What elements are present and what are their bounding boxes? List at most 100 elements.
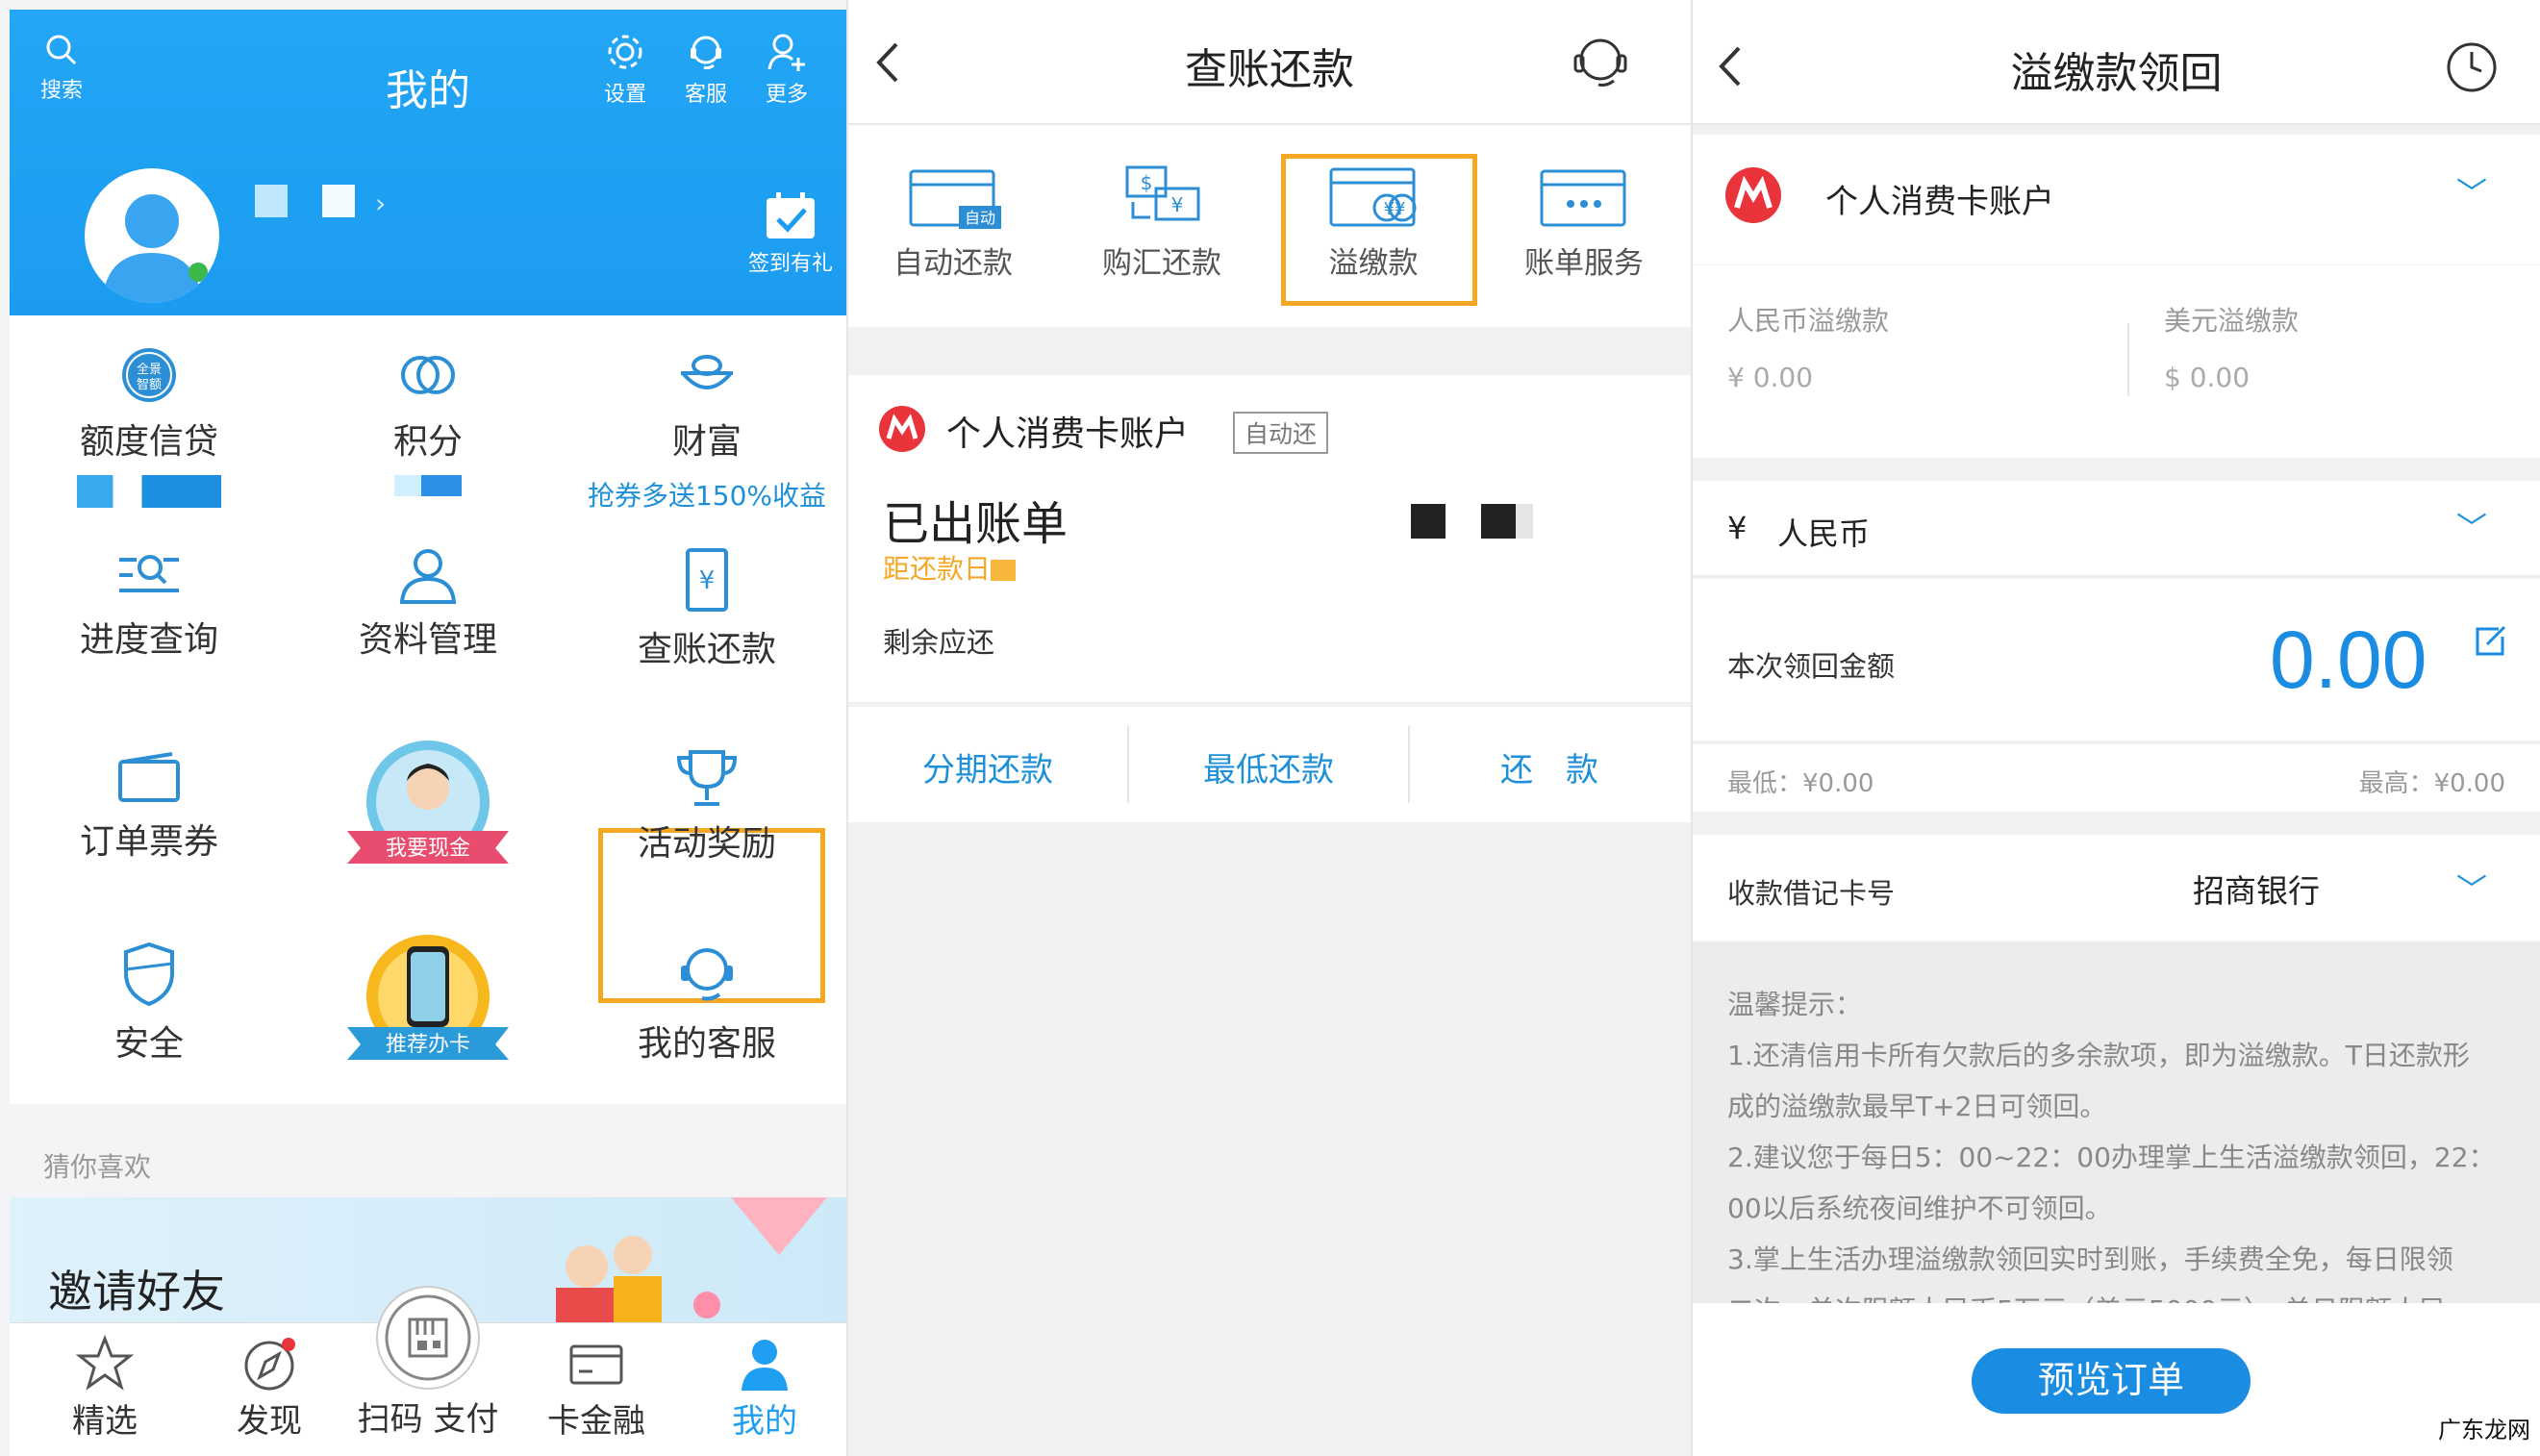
wealth-promo: 抢券多送150%收益	[587, 480, 827, 512]
grid-label: 进度查询	[79, 620, 218, 660]
username-mask	[255, 185, 288, 217]
grid-label: 活动奖励	[637, 824, 776, 864]
repay-actions: 分期还款 最低还款 还 款	[848, 707, 1691, 822]
clock-icon[interactable]	[2445, 40, 2499, 94]
usd-over-label: 美元溢缴款	[2164, 305, 2300, 337]
qr-scan-icon	[376, 1286, 480, 1390]
auto-badge: 自动	[965, 209, 995, 227]
card-label: 收款借记卡号	[1727, 877, 1896, 910]
rmb-over-label: 人民币溢缴款	[1727, 305, 1890, 337]
page-title: 溢缴款领回	[2010, 49, 2223, 98]
bill-card[interactable]: 个人消费卡账户 自动还 已出账单 距还款日 剩余应还	[848, 375, 1691, 702]
amount-mask	[1481, 504, 1516, 539]
tab-scan-pay[interactable]: 扫码 支付	[346, 1285, 510, 1440]
account-selector[interactable]: 个人消费卡账户 ﹀	[1693, 135, 2540, 264]
grid-item-recommend-card[interactable]: 推荐办卡	[289, 933, 567, 1075]
amount-input[interactable]: 0.00	[2270, 614, 2427, 707]
auto-repay-card-icon: 自动	[909, 169, 1001, 229]
checkin-label: 签到有礼	[747, 252, 833, 276]
headset-icon[interactable]	[1570, 31, 1631, 92]
chevron-down-icon[interactable]: ﹀	[2456, 866, 2487, 910]
minimum-repay-button[interactable]: 最低还款	[1129, 743, 1408, 791]
recommend-card-icon: 推荐办卡	[347, 935, 509, 1060]
settings-button[interactable]: 设置	[587, 31, 664, 108]
bill-service-icon	[1540, 169, 1626, 227]
chevron-down-icon[interactable]: ﹀	[2456, 169, 2487, 213]
highlight-box	[1281, 154, 1477, 306]
repay-button[interactable]: 还 款	[1410, 743, 1689, 791]
chevron-right-icon[interactable]: ›	[375, 188, 386, 219]
divider	[2127, 323, 2129, 396]
edit-icon[interactable]	[2472, 623, 2508, 660]
currency-symbol: ¥	[1727, 510, 1748, 546]
recommend-card-label: 推荐办卡	[386, 1033, 470, 1057]
checkin-button[interactable]: 签到有礼	[741, 190, 841, 277]
feature-grid: 全景 智额 额度信贷 积分 财富 抢券多送150%收益 进度查询 资料管理 ¥ 查…	[10, 315, 846, 1104]
svg-text:智额: 智额	[137, 378, 162, 392]
grid-label: 财富	[671, 422, 742, 462]
bottom-tab-bar: 精选 发现 扫码 支付 卡金融 我的	[10, 1286, 846, 1456]
quota-credit-icon: 全景智额	[122, 348, 176, 402]
currency-selector[interactable]: ¥ 人民币 ﹀	[1693, 481, 2540, 577]
tab-discover[interactable]: 发现	[188, 1335, 351, 1442]
tab-label: 发现	[237, 1402, 302, 1441]
user-icon	[742, 1340, 788, 1391]
service-fx-repay[interactable]: $ ¥ 购汇还款	[1066, 163, 1258, 282]
grid-item-ticket[interactable]: 订单票券	[10, 748, 289, 864]
amount-mask	[1411, 504, 1446, 539]
amount-mask	[394, 475, 462, 496]
profile-icon	[399, 549, 457, 604]
account-name: 个人消费卡账户	[1825, 183, 2054, 221]
overpayment-return-panel: 溢缴款领回 个人消费卡账户 ﹀ 人民币溢缴款 ¥ 0.00 美元溢缴款 $ 0.…	[1693, 0, 2540, 1456]
chevron-down-icon[interactable]: ﹀	[2456, 504, 2487, 548]
grid-item-wealth[interactable]: 财富 抢券多送150%收益	[567, 344, 846, 514]
nav-bar: 查账还款	[848, 0, 1691, 125]
grid-item-profile[interactable]: 资料管理	[289, 546, 567, 662]
service-label: 自动还款	[893, 246, 1013, 281]
min-amount: 最低：¥0.00	[1727, 769, 1874, 798]
service-button[interactable]: 客服	[667, 31, 744, 108]
nav-bar: 溢缴款领回	[1693, 0, 2540, 125]
trophy-icon	[676, 750, 738, 806]
my-page-panel: 搜索 我的 设置 客服 更多 › 签到有礼 全景 智额 额度信贷 积分 财富 抢…	[0, 0, 846, 1456]
grid-item-progress[interactable]: 进度查询	[10, 546, 289, 662]
add-user-icon	[767, 34, 805, 71]
service-auto-repay[interactable]: 自动 自动还款	[857, 163, 1049, 282]
avatar-icon	[102, 194, 208, 303]
more-button[interactable]: 更多	[748, 31, 825, 108]
bill-title: 已出账单	[883, 497, 1069, 551]
grid-label: 订单票券	[79, 822, 218, 862]
service-bill[interactable]: 账单服务	[1488, 163, 1680, 282]
progress-search-icon	[119, 555, 179, 592]
amount-mask	[1516, 504, 1533, 539]
tip-line: 1.还清信用卡所有欠款后的多余款项，即为溢缴款。T日还款形	[1727, 1040, 2470, 1071]
currency-label: 人民币	[1777, 515, 1871, 552]
grid-item-cash-promo[interactable]: 我要现金	[289, 739, 567, 881]
amount-mask	[77, 475, 221, 508]
max-amount: 最高：¥0.00	[2358, 769, 2505, 798]
installment-repay-button[interactable]: 分期还款	[848, 743, 1127, 791]
calendar-check-icon	[767, 192, 815, 238]
svg-text:¥: ¥	[699, 566, 716, 595]
grid-item-rewards[interactable]: 活动奖励	[567, 748, 846, 866]
tab-card-finance[interactable]: 卡金融	[515, 1335, 678, 1442]
grid-item-credit[interactable]: 全景 智额 额度信贷	[10, 344, 289, 508]
svg-text:全景: 全景	[137, 362, 162, 377]
preview-order-button[interactable]: 预览订单	[1972, 1348, 2251, 1414]
remaining-label: 剩余应还	[883, 626, 995, 659]
tab-featured[interactable]: 精选	[23, 1335, 187, 1442]
tab-mine[interactable]: 我的	[683, 1335, 846, 1442]
grid-item-security[interactable]: 安全	[10, 941, 289, 1066]
banner-illustration	[556, 1197, 827, 1327]
due-label: 距还款日	[883, 548, 1017, 587]
grid-item-bill-repay[interactable]: ¥ 查账还款	[567, 546, 846, 671]
tip-line: 00以后系统夜间维护不可领回。	[1727, 1192, 2112, 1224]
grid-item-my-service[interactable]: 我的客服	[567, 941, 846, 1066]
debit-card-selector[interactable]: 收款借记卡号 招商银行 ﹀	[1693, 835, 2540, 941]
amount-limits: 最低：¥0.00 最高：¥0.00	[1693, 744, 2540, 812]
grid-item-points[interactable]: 积分	[289, 344, 567, 496]
service-label: 购汇还款	[1102, 246, 1221, 281]
tab-label: 我的	[732, 1402, 797, 1441]
avatar[interactable]	[85, 168, 219, 303]
grid-label: 查账还款	[637, 630, 776, 669]
